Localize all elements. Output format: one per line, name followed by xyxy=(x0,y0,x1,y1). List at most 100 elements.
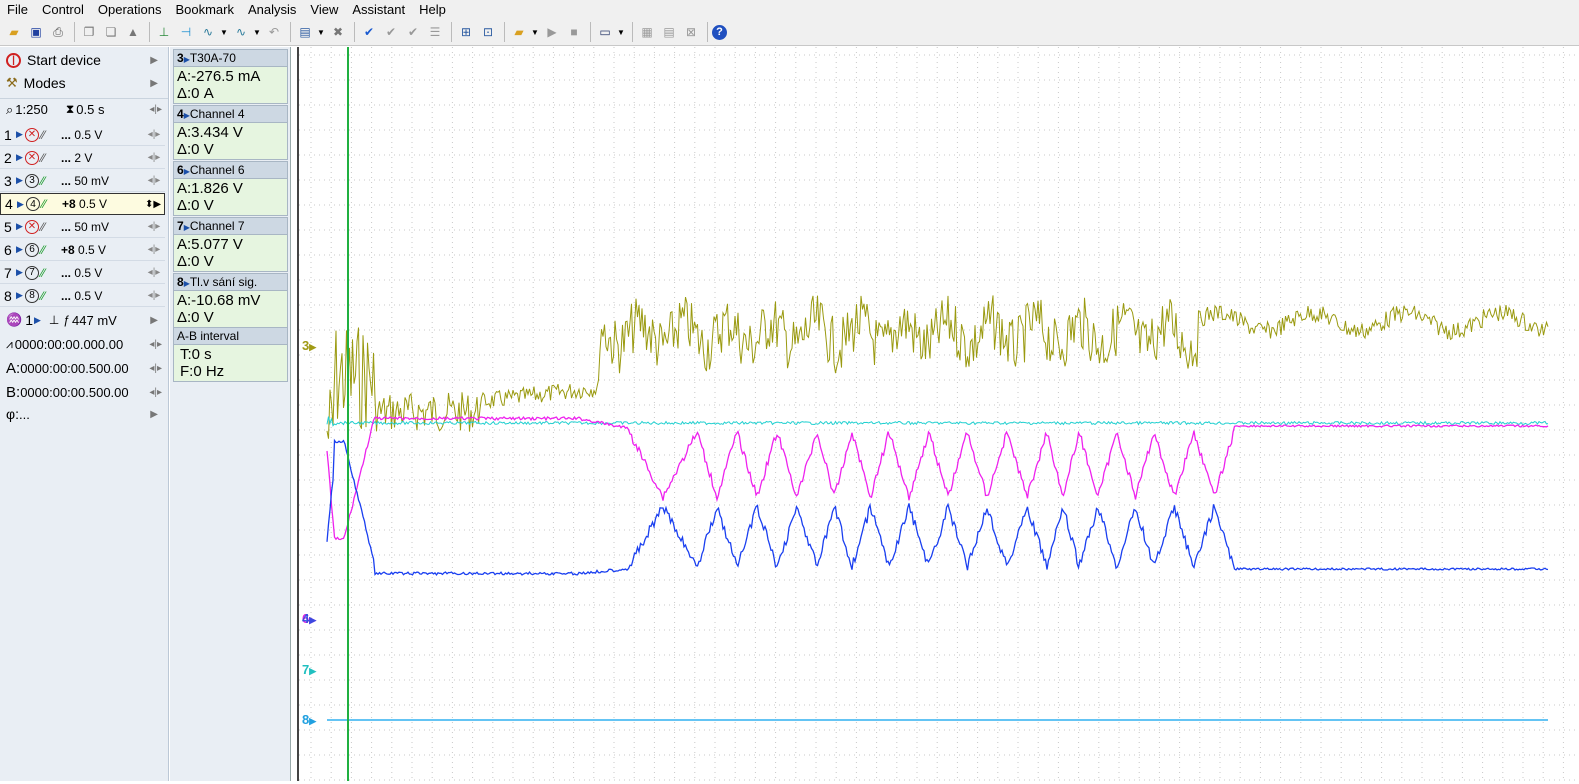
channel-3-marker[interactable]: 3▶ xyxy=(302,338,316,353)
chevron-down-icon[interactable]: ▼ xyxy=(531,28,539,37)
cursor-a-row[interactable]: A: 0000:00:00.500.00 ◂|▸ xyxy=(0,357,168,379)
coupling-icon[interactable]: ⁄⁄ xyxy=(41,128,57,142)
menu-control[interactable]: Control xyxy=(35,0,91,19)
channel-toggle-icon[interactable]: 4 xyxy=(26,197,40,211)
channel-row-7[interactable]: 7 ▶ 7 ⁄⁄... 0.5 V ◂|▸ xyxy=(0,262,165,284)
stamp-icon[interactable]: ▲ xyxy=(123,22,143,42)
coupling-icon[interactable]: ⁄⁄ xyxy=(41,243,57,257)
oscilloscope-display[interactable]: 3▶ 6▶ 4▶ 7▶ 8▶ xyxy=(297,47,1579,781)
channel-offset-scale[interactable]: ... 0.5 V xyxy=(61,128,143,142)
menu-bookmark[interactable]: Bookmark xyxy=(168,0,241,19)
coupling-icon[interactable]: ⁄⁄ xyxy=(41,174,57,188)
image-icon[interactable]: ▦ xyxy=(637,22,657,42)
cursor-b-stepper[interactable]: ◂|▸ xyxy=(149,387,162,398)
channel-offset-scale[interactable]: +8 0.5 V xyxy=(62,197,142,211)
channel-stepper[interactable]: ⬍▶ xyxy=(142,199,164,210)
trigger-icon[interactable]: ⊥ xyxy=(154,22,174,42)
channel-toggle-icon[interactable]: 7 xyxy=(25,265,39,280)
channel-stepper[interactable]: ◂|▸ xyxy=(143,152,165,163)
channel-6-trace[interactable] xyxy=(326,415,1549,541)
trigger-level[interactable]: 447 mV xyxy=(72,313,117,328)
channel-row-6[interactable]: 6 ▶ 6 ⁄⁄ +8 0.5 V ◂|▸ xyxy=(0,239,165,261)
channel-row-1[interactable]: 1 ▶ ✕ ⁄⁄ ... 0.5 V ◂|▸ xyxy=(0,124,165,146)
channel-7-marker[interactable]: 7▶ xyxy=(302,662,316,677)
channel-stepper[interactable]: ◂|▸ xyxy=(143,244,165,255)
coupling-icon[interactable]: ⁄⁄ xyxy=(42,197,58,211)
zoom-value[interactable]: 1:250 xyxy=(15,102,48,117)
channel-row-2[interactable]: 2 ▶ ✕ ⁄⁄ ... 2 V ◂|▸ xyxy=(0,147,165,169)
open-folder-icon[interactable]: ▰ xyxy=(4,22,24,42)
timebase-stepper[interactable]: ◂|▸ xyxy=(149,104,162,115)
time-readout[interactable]: 0000:00:00.000.00 xyxy=(15,337,123,352)
channel-row-8[interactable]: 8 ▶ 8 ⁄⁄... 0.5 V ◂|▸ xyxy=(0,285,165,307)
channel-8-marker[interactable]: 8▶ xyxy=(302,712,316,727)
print-icon[interactable]: ⎙ xyxy=(48,22,68,42)
modes-button[interactable]: ⚒ Modes ▶ xyxy=(0,72,168,94)
measurement-box-8[interactable]: 8▶Tl.v sání sig. A:-10.68 mV Δ:0 V xyxy=(173,273,288,328)
phase-row[interactable]: φ: ... ▶ xyxy=(0,403,168,425)
channel-offset-scale[interactable]: ... 50 mV xyxy=(61,220,143,234)
menu-assistant[interactable]: Assistant xyxy=(345,0,412,19)
undo-icon[interactable]: ↶ xyxy=(264,22,284,42)
menu-analysis[interactable]: Analysis xyxy=(241,0,303,19)
trigger-level-icon[interactable]: ƒ xyxy=(63,313,70,327)
channel-stepper[interactable]: ◂|▸ xyxy=(143,290,165,301)
channel-offset-scale[interactable]: ... 50 mV xyxy=(61,174,143,188)
channel-offset-scale[interactable]: +8 0.5 V xyxy=(61,243,143,257)
channel-offset-scale[interactable]: ... 2 V xyxy=(61,151,143,165)
close-window-icon[interactable]: ⊠ xyxy=(681,22,701,42)
channel-stepper[interactable]: ◂|▸ xyxy=(143,175,165,186)
scope-view-icon[interactable]: ▤ xyxy=(295,22,315,42)
coupling-icon[interactable]: ⁄⁄ xyxy=(41,151,57,165)
list-icon[interactable]: ☰ xyxy=(425,22,445,42)
save-icon[interactable]: ▣ xyxy=(26,22,46,42)
interval-box[interactable]: A-B interval T:0 s F:0 Hz xyxy=(173,327,288,382)
channel-offset-scale[interactable]: ... 0.5 V xyxy=(61,289,143,303)
copy-icon[interactable]: ❐ xyxy=(79,22,99,42)
time-readout-row[interactable]: ⩘ 0000:00:00.000.00 ◂|▸ xyxy=(0,333,168,355)
delete-icon[interactable]: ✖ xyxy=(328,22,348,42)
channel-offset-scale[interactable]: ... 0.5 V xyxy=(61,266,143,280)
waveform-plot[interactable] xyxy=(299,47,1579,781)
menu-help[interactable]: Help xyxy=(412,0,453,19)
coupling-icon[interactable]: ⁄⁄ xyxy=(41,220,57,234)
phase-value[interactable]: ... xyxy=(19,407,30,422)
help-icon[interactable]: ? xyxy=(712,24,727,40)
channel-stepper[interactable]: ◂|▸ xyxy=(143,221,165,232)
paste-icon[interactable]: ❏ xyxy=(101,22,121,42)
document-icon[interactable]: ▤ xyxy=(659,22,679,42)
zoom-fit-icon[interactable]: ⊞ xyxy=(456,22,476,42)
play-icon[interactable]: ▶ xyxy=(542,22,562,42)
channel-row-4[interactable]: 4 ▶ 4 ⁄⁄ +8 0.5 V ⬍▶ xyxy=(0,193,165,215)
trigger-edge-icon[interactable]: ⊥ xyxy=(49,313,59,327)
cursor-a-value[interactable]: 0000:00:00.500.00 xyxy=(20,361,128,376)
channel-toggle-icon[interactable]: ✕ xyxy=(25,150,39,165)
cursor-tool-icon[interactable]: ⊣ xyxy=(176,22,196,42)
start-device-button[interactable]: | Start device ▶ xyxy=(0,49,168,71)
check-down-icon[interactable]: ✔ xyxy=(381,22,401,42)
stop-icon[interactable]: ■ xyxy=(564,22,584,42)
check-icon[interactable]: ✔ xyxy=(359,22,379,42)
trigger-channel[interactable]: 1 xyxy=(25,312,33,328)
cursor-a-stepper[interactable]: ◂|▸ xyxy=(149,363,162,374)
channel-toggle-icon[interactable]: 3 xyxy=(25,173,39,188)
chevron-down-icon[interactable]: ▼ xyxy=(317,28,325,37)
chevron-down-icon[interactable]: ▼ xyxy=(220,28,228,37)
coupling-icon[interactable]: ⁄⁄ xyxy=(41,289,57,303)
load-settings-icon[interactable]: ▰ xyxy=(509,22,529,42)
channel-row-3[interactable]: 3 ▶ 3 ⁄⁄... 50 mV ◂|▸ xyxy=(0,170,165,192)
measurement-box-4[interactable]: 4▶Channel 4 A:3.434 V Δ:0 V xyxy=(173,105,288,160)
measurement-box-3[interactable]: 3▶T30A-70 A:-276.5 mA Δ:0 A xyxy=(173,49,288,104)
channel-toggle-icon[interactable]: 8 xyxy=(25,288,39,303)
display-icon[interactable]: ▭ xyxy=(595,22,615,42)
chevron-down-icon[interactable]: ▼ xyxy=(617,28,625,37)
zoom-select-icon[interactable]: ⊡ xyxy=(478,22,498,42)
check-gray-icon[interactable]: ✔ xyxy=(403,22,423,42)
waveform-add-icon[interactable]: ∿ xyxy=(198,22,218,42)
timebase-value[interactable]: 0.5 s xyxy=(76,102,104,117)
channel-4-marker[interactable]: 4▶ xyxy=(302,611,316,626)
cursor-b-value[interactable]: 0000:00:00.500.00 xyxy=(20,385,128,400)
channel-toggle-icon[interactable]: ✕ xyxy=(25,219,39,234)
cursor-b-row[interactable]: B: 0000:00:00.500.00 ◂|▸ xyxy=(0,381,168,403)
measurement-box-6[interactable]: 6▶Channel 6 A:1.826 V Δ:0 V xyxy=(173,161,288,216)
